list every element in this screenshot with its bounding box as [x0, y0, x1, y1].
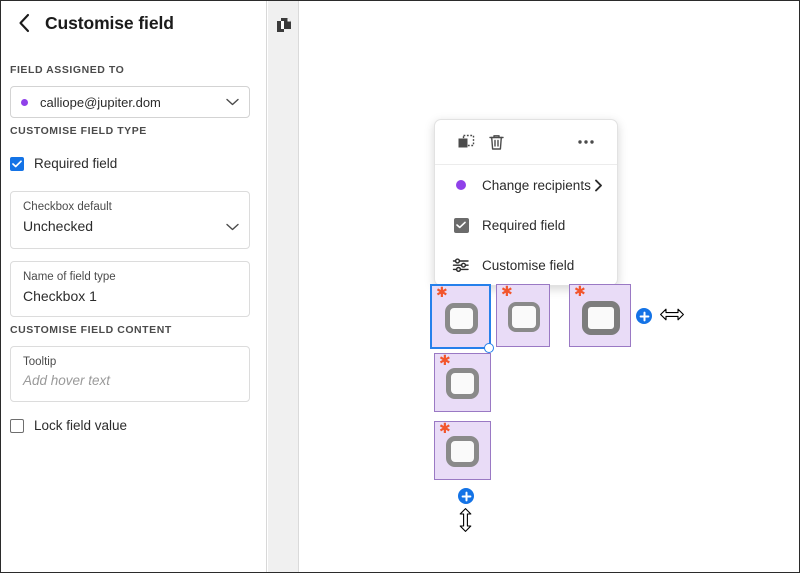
required-marker-icon: ✱ [439, 421, 451, 437]
checkbox-field-4[interactable]: ✱ [434, 353, 491, 412]
assignee-value: calliope@jupiter.dom [40, 94, 161, 110]
panel-header: Customise field [1, 1, 266, 45]
checkbox-glyph-icon [582, 301, 620, 335]
checkbox-checked-icon [452, 217, 470, 233]
tooltip-label: Tooltip [23, 356, 57, 368]
resize-horizontal-cursor [659, 306, 685, 328]
menu-item-label: Customise field [482, 257, 575, 273]
context-menu-toolbar [435, 120, 617, 165]
duplicate-button[interactable] [451, 127, 481, 157]
sliders-icon [452, 257, 470, 273]
section-label-field-assigned-to: FIELD ASSIGNED TO [10, 64, 125, 76]
add-field-below-button[interactable] [458, 488, 474, 504]
chevron-down-icon [226, 223, 239, 231]
checkbox-field-2[interactable]: ✱ [496, 284, 550, 347]
chevron-left-icon [18, 13, 29, 33]
duplicate-icon [458, 134, 474, 147]
checkbox-default-value: Unchecked [23, 218, 94, 234]
menu-item-label: Required field [482, 217, 566, 233]
add-field-right-button[interactable] [636, 308, 652, 324]
more-options-button[interactable] [571, 127, 601, 157]
delete-button[interactable] [481, 127, 511, 157]
checkbox-unchecked-icon [10, 418, 24, 433]
recipient-dot-icon [21, 98, 28, 106]
menu-item-customise-field[interactable]: Customise field [435, 245, 617, 285]
name-of-field-type-value: Checkbox 1 [23, 288, 97, 304]
page-thumbnail-rail [268, 1, 299, 572]
lock-field-value-checkbox-row[interactable]: Lock field value [10, 418, 127, 433]
checkbox-glyph-icon [445, 303, 478, 334]
tooltip-placeholder: Add hover text [23, 373, 111, 388]
required-field-checkbox-row[interactable]: Required field [10, 156, 117, 171]
customise-field-panel: Customise field FIELD ASSIGNED TO callio… [1, 1, 267, 572]
section-label-customise-field-content: CUSTOMISE FIELD CONTENT [10, 324, 172, 336]
document-canvas: Change recipients Required field Customi… [300, 1, 799, 572]
checkbox-field-3[interactable]: ✱ [569, 284, 631, 347]
copy-pages-button[interactable] [273, 14, 295, 36]
more-options-icon [578, 140, 594, 144]
name-of-field-type-input[interactable]: Name of field type Checkbox 1 [10, 261, 250, 317]
lock-field-value-label: Lock field value [34, 418, 128, 433]
field-context-menu: Change recipients Required field Customi… [434, 119, 618, 286]
checkbox-default-label: Checkbox default [23, 201, 112, 213]
tooltip-input[interactable]: Tooltip Add hover text [10, 346, 250, 402]
required-field-label: Required field [34, 156, 118, 171]
checkbox-glyph-icon [508, 302, 540, 332]
plus-icon [461, 491, 471, 501]
back-button[interactable] [11, 10, 37, 36]
chevron-down-icon [226, 98, 239, 106]
required-marker-icon: ✱ [439, 353, 451, 369]
recipient-dot-icon [452, 180, 470, 190]
required-marker-icon: ✱ [436, 285, 448, 301]
required-marker-icon: ✱ [501, 284, 513, 300]
trash-icon [488, 134, 504, 150]
checkbox-glyph-icon [446, 436, 479, 467]
assignee-select[interactable]: calliope@jupiter.dom [10, 86, 250, 118]
checkbox-field-1[interactable]: ✱ [430, 284, 494, 353]
menu-item-required-field[interactable]: Required field [435, 205, 617, 245]
application-window: Customise field FIELD ASSIGNED TO callio… [0, 0, 800, 573]
page-title: Customise field [45, 12, 174, 33]
section-label-customise-field-type: CUSTOMISE FIELD TYPE [10, 125, 147, 137]
checkbox-glyph-icon [446, 368, 479, 399]
copy-pages-icon [276, 17, 291, 32]
checkbox-field-5[interactable]: ✱ [434, 421, 491, 480]
resize-vertical-cursor [457, 507, 474, 538]
checkbox-checked-icon [10, 156, 24, 171]
name-of-field-type-label: Name of field type [23, 271, 116, 283]
checkbox-default-select[interactable]: Checkbox default Unchecked [10, 191, 250, 249]
menu-item-change-recipients[interactable]: Change recipients [435, 165, 617, 205]
menu-item-label: Change recipients [482, 177, 591, 193]
chevron-right-icon [595, 179, 602, 191]
resize-handle[interactable] [484, 343, 494, 353]
plus-icon [639, 311, 649, 321]
required-marker-icon: ✱ [574, 284, 586, 300]
